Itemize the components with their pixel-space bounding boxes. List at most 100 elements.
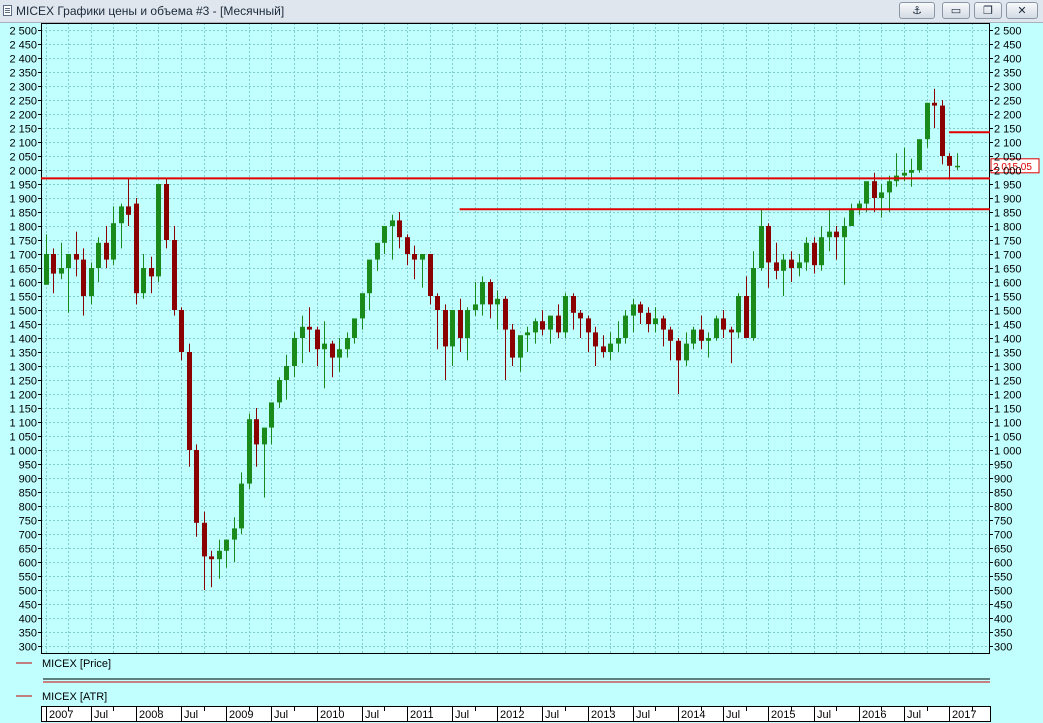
y-tick-label-right: 650	[994, 544, 1012, 556]
y-tick-label-left: 1 000	[9, 446, 37, 458]
candle-body	[247, 419, 252, 484]
y-tick-label-right: 2 050	[994, 152, 1022, 164]
candle-body	[390, 220, 395, 226]
y-tick-label-right: 550	[994, 572, 1012, 584]
candle-body	[322, 343, 327, 350]
y-tick-label-left: 1 300	[9, 362, 37, 374]
restore-button[interactable]: ❐	[974, 2, 1002, 19]
candle-body	[269, 402, 274, 428]
close-button[interactable]: ✕	[1006, 2, 1038, 19]
time-axis: 2007 Jul 2008 Jul 2009 Jul 2010 Jul 2011 Jul 2012 J…	[41, 706, 991, 722]
y-tick-label-right: 400	[994, 614, 1012, 626]
candle-body	[443, 310, 448, 347]
y-tick-label-left: 1 700	[9, 250, 37, 262]
time-label: Jul	[907, 709, 921, 721]
y-tick-label-left: 1 850	[9, 208, 37, 220]
price-legend-label: MICEX [Price]	[42, 658, 111, 670]
candle-body	[307, 326, 312, 330]
y-tick-label-left: 700	[19, 530, 37, 542]
y-tick-label-left: 1 350	[9, 348, 37, 360]
candle-body	[751, 268, 756, 338]
y-tick-label-right: 2 300	[994, 82, 1022, 94]
y-tick-label-right: 1 000	[994, 446, 1022, 458]
y-tick-label-right: 1 250	[994, 376, 1022, 388]
y-tick-label-left: 1 950	[9, 180, 37, 192]
candle-body	[503, 298, 508, 330]
anchor-button[interactable]: ⚓	[899, 2, 935, 19]
candle-body	[360, 293, 365, 319]
candle-body	[488, 282, 493, 305]
y-tick-label-left: 1 750	[9, 236, 37, 248]
candle-body	[164, 184, 169, 240]
candle	[563, 293, 568, 338]
y-tick-label-left: 2 400	[9, 54, 37, 66]
y-tick-label-left: 900	[19, 474, 37, 486]
y-tick-label-right: 950	[994, 460, 1012, 472]
candle-body	[601, 346, 606, 352]
candle-body	[141, 268, 146, 294]
candle-body	[586, 318, 591, 333]
candle-body	[224, 539, 229, 551]
candle-body	[44, 254, 49, 285]
candle-body	[834, 231, 839, 238]
candle-body	[420, 254, 425, 260]
candle-body	[699, 329, 704, 341]
candle-body	[955, 165, 960, 168]
candle-body	[81, 259, 86, 296]
time-label: Jul	[545, 709, 559, 721]
candle-body	[729, 329, 734, 333]
y-tick-label-right: 2 250	[994, 96, 1022, 108]
y-tick-label-right: 1 300	[994, 362, 1022, 374]
y-tick-label-right: 1 600	[994, 278, 1022, 290]
candle-body	[525, 332, 530, 336]
candle-body	[781, 259, 786, 271]
candle-body	[548, 315, 553, 330]
window-title: MICEX Графики цены и объема #3 - [Месячн…	[16, 4, 285, 18]
candle-body	[668, 329, 673, 341]
y-tick-label-right: 2 200	[994, 110, 1022, 122]
minimize-icon: ▭	[950, 4, 962, 17]
candle-body	[578, 312, 583, 319]
candle-body	[156, 184, 161, 277]
candle-body	[239, 483, 244, 529]
candle-body	[119, 206, 124, 224]
candle-body	[842, 226, 847, 238]
candle-body	[721, 318, 726, 330]
candle	[156, 184, 161, 282]
price-chart[interactable]: 2 015.05 2 500 2 5002 450 2 4502 400 2 4002…	[0, 23, 1043, 723]
candle	[917, 139, 922, 173]
time-label: 2013	[591, 709, 615, 721]
minimize-button[interactable]: ▭	[942, 2, 970, 19]
y-tick-label-left: 1 500	[9, 306, 37, 318]
close-icon: ✕	[1017, 4, 1027, 17]
candle-body	[277, 380, 282, 403]
candle-body	[540, 321, 545, 330]
candle-body	[300, 326, 305, 338]
candle	[736, 293, 741, 338]
y-tick-label-left: 1 600	[9, 278, 37, 290]
candle-body	[653, 318, 658, 324]
y-tick-label-right: 1 350	[994, 348, 1022, 360]
candle-body	[849, 209, 854, 226]
y-tick-label-left: 1 450	[9, 320, 37, 332]
y-tick-label-left: 350	[19, 628, 37, 640]
candle-body	[232, 528, 237, 540]
y-tick-label-right: 1 150	[994, 404, 1022, 416]
candle-body	[74, 254, 79, 260]
candle-body	[397, 220, 402, 238]
y-tick-label-left: 950	[19, 460, 37, 472]
candle-body	[623, 315, 628, 338]
candle-body	[759, 226, 764, 268]
candle	[164, 178, 169, 249]
y-tick-label-left: 2 500	[9, 26, 37, 38]
y-tick-label-left: 1 250	[9, 376, 37, 388]
candle-body	[345, 338, 350, 350]
candle-body	[172, 240, 177, 310]
candle-body	[209, 556, 214, 560]
y-tick-label-right: 600	[994, 558, 1012, 570]
time-label: Jul	[274, 709, 288, 721]
candle-body	[691, 329, 696, 344]
y-tick-label-right: 1 550	[994, 292, 1022, 304]
restore-icon: ❐	[983, 4, 993, 17]
y-tick-label-right: 900	[994, 474, 1012, 486]
